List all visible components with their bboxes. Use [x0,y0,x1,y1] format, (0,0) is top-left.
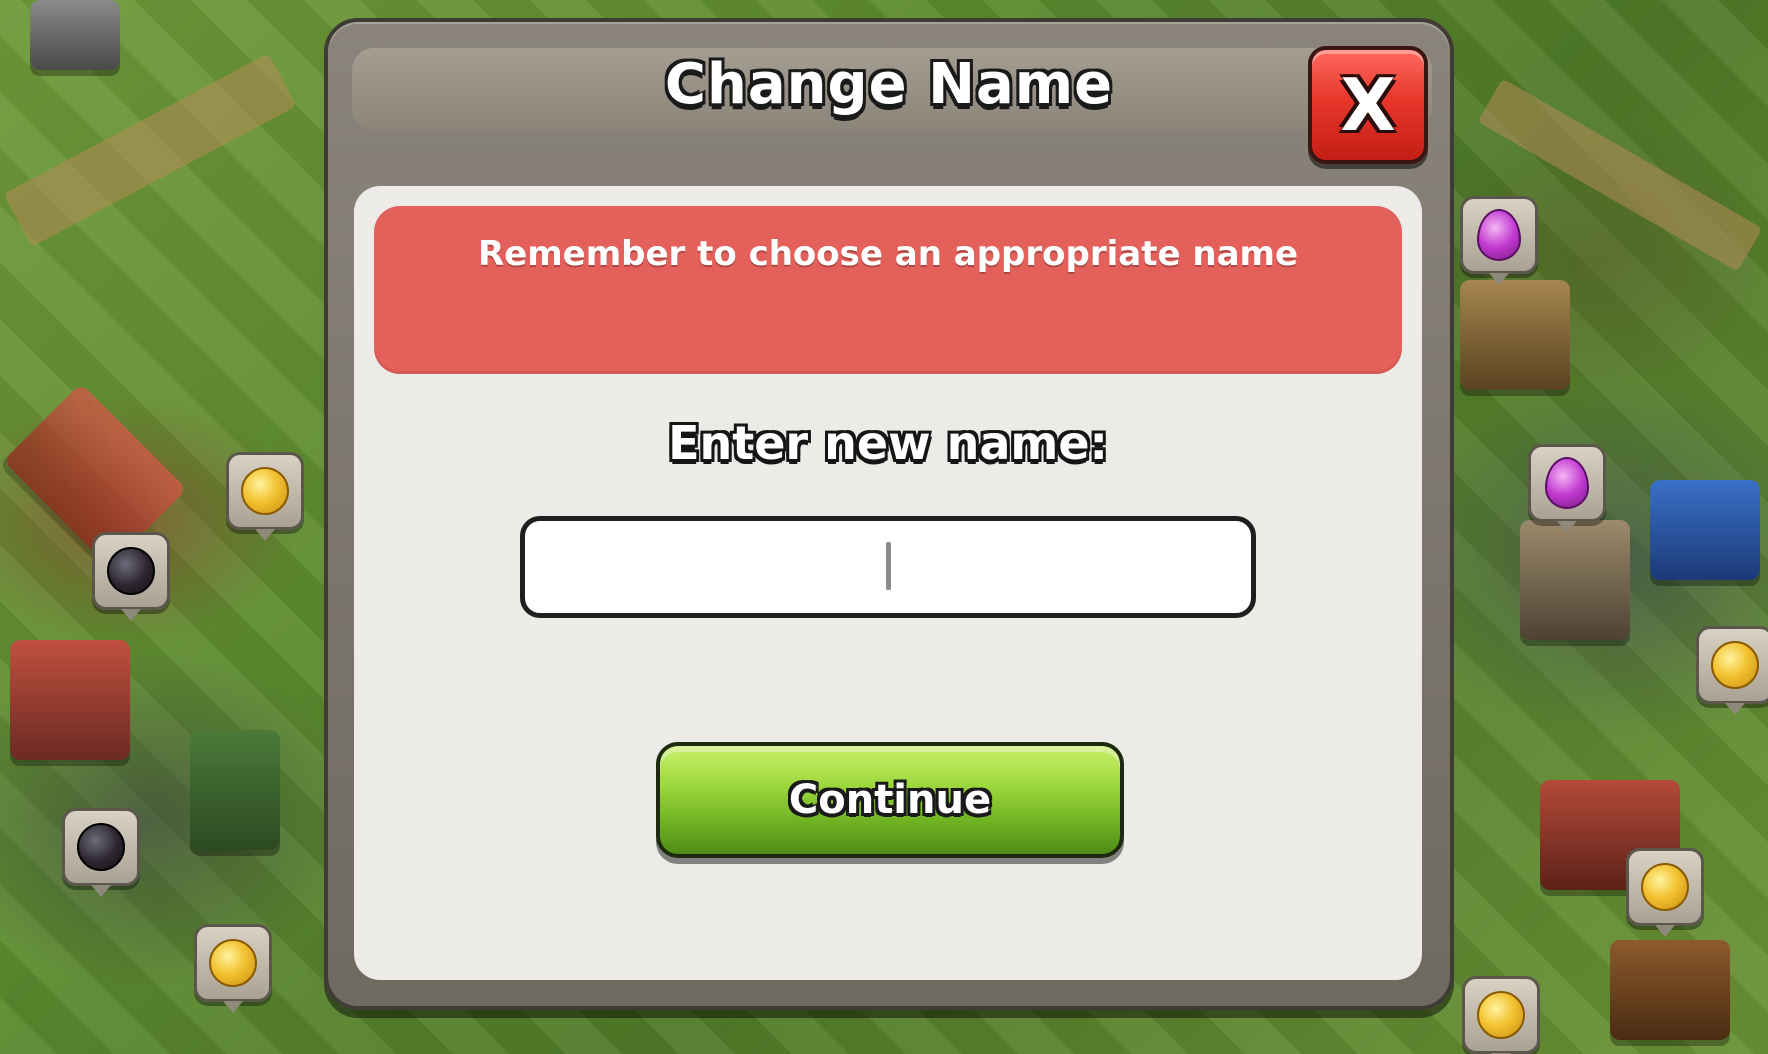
change-name-dialog: Change Name X Remember to choose an appr… [324,18,1454,1010]
resource-marker[interactable] [226,452,304,541]
continue-label: Continue [788,777,992,823]
village-building [1610,940,1730,1040]
text-caret [886,542,891,590]
gold-coin-icon [1711,641,1759,689]
close-icon: X [1340,63,1396,147]
gold-coin-icon [1477,991,1525,1039]
dialog-title: Change Name [664,52,1114,117]
resource-marker[interactable] [1528,444,1606,533]
resource-marker[interactable] [62,808,140,897]
resource-marker[interactable] [1626,848,1704,937]
resource-marker[interactable] [194,924,272,1013]
game-village-background: Change Name X Remember to choose an appr… [0,0,1768,1054]
elixir-drop-icon [1545,457,1589,509]
village-building [30,0,120,70]
gold-coin-icon [209,939,257,987]
village-building [1650,480,1760,580]
dialog-body: Remember to choose an appropriate name E… [354,186,1422,980]
village-building [10,640,130,760]
dark-elixir-icon [77,823,125,871]
close-button[interactable]: X [1308,46,1428,164]
warning-message: Remember to choose an appropriate name [477,234,1299,274]
resource-marker[interactable] [1462,976,1540,1054]
village-building [1520,520,1630,640]
gold-coin-icon [241,467,289,515]
resource-marker[interactable] [1696,626,1768,715]
resource-marker[interactable] [92,532,170,621]
elixir-drop-icon [1477,209,1521,261]
resource-marker[interactable] [1460,196,1538,285]
warning-banner: Remember to choose an appropriate name [374,206,1402,374]
dark-elixir-icon [107,547,155,595]
village-building [1460,280,1570,390]
continue-button[interactable]: Continue [656,742,1124,858]
village-building [190,730,280,850]
name-prompt-label: Enter new name: [668,416,1108,470]
dirt-path [3,53,297,247]
gold-coin-icon [1641,863,1689,911]
